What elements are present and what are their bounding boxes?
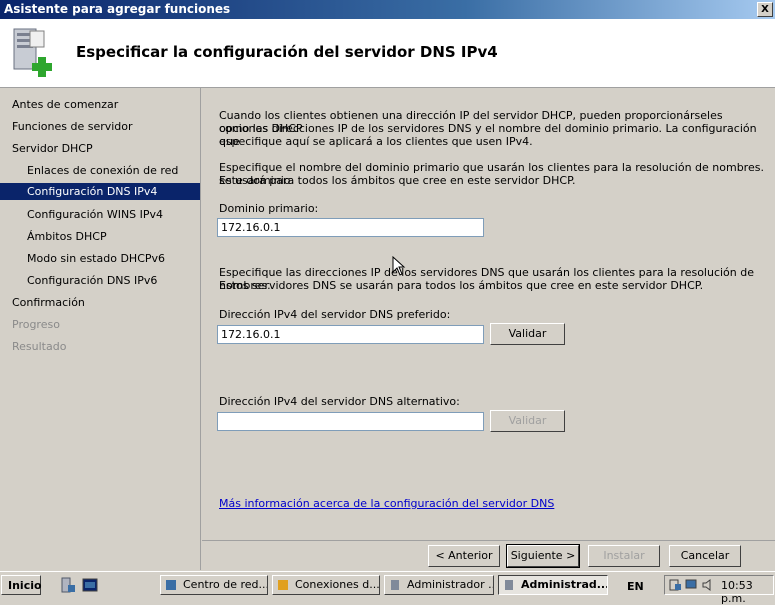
server-manager-icon[interactable] [60, 577, 76, 593]
step-configuracion-dns-ipv6[interactable]: Configuración DNS IPv6 [27, 272, 157, 289]
volume-icon[interactable] [701, 578, 715, 592]
intro-text-line3: especifique aquí se aplicará a los clien… [219, 135, 533, 148]
primary-domain-input[interactable]: 172.16.0.1 [217, 218, 484, 237]
taskbar-item-conexiones[interactable]: Conexiones d... [272, 575, 380, 595]
step-progreso: Progreso [12, 318, 60, 331]
preferred-dns-label: Dirección IPv4 del servidor DNS preferid… [219, 308, 451, 321]
wizard-header: Especificar la configuración del servido… [0, 19, 775, 88]
taskbar: Inicio Centro de red... Conexiones d... … [0, 571, 775, 605]
step-resultado: Resultado [12, 340, 67, 353]
system-tray: 10:53 p.m. [664, 575, 774, 605]
step-ambitos-dhcp[interactable]: Ámbitos DHCP [27, 228, 107, 245]
validate-alternate-button: Validar [490, 410, 565, 432]
cancel-button[interactable]: Cancelar [669, 545, 741, 567]
install-button: Instalar [588, 545, 660, 567]
back-button[interactable]: < Anterior [428, 545, 500, 567]
page-title: Especificar la configuración del servido… [76, 43, 498, 61]
step-modo-sin-estado[interactable]: Modo sin estado DHCPv6 [27, 250, 165, 267]
step-configuracion-wins-ipv4[interactable]: Configuración WINS IPv4 [27, 206, 163, 223]
close-button[interactable]: X [757, 2, 773, 17]
step-confirmacion[interactable]: Confirmación [12, 294, 85, 311]
network-connections-icon [278, 580, 288, 590]
step-configuracion-dns-ipv4[interactable]: Configuración DNS IPv4 [0, 183, 200, 200]
wizard-content: Cuando los clientes obtienen una direcci… [202, 88, 775, 540]
server-manager-task-icon [505, 580, 513, 590]
preferred-dns-input[interactable]: 172.16.0.1 [217, 325, 484, 344]
validate-preferred-button[interactable]: Validar [490, 323, 565, 345]
wizard-button-bar: < Anterior Siguiente > Instalar Cancelar [202, 540, 775, 571]
dns-description-line2: Estos servidores DNS se usarán para todo… [219, 279, 704, 292]
alternate-dns-input[interactable] [217, 412, 484, 431]
server-add-icon [13, 28, 52, 77]
more-info-link[interactable]: Más información acerca de la configuraci… [219, 497, 554, 510]
network-center-icon [166, 580, 176, 590]
language-indicator[interactable]: EN [627, 580, 644, 593]
step-servidor-dhcp[interactable]: Servidor DHCP [12, 140, 93, 157]
clock[interactable]: 10:53 p.m. [721, 579, 773, 605]
window-title: Asistente para agregar funciones [4, 2, 231, 16]
alternate-dns-label: Dirección IPv4 del servidor DNS alternat… [219, 395, 460, 408]
command-prompt-icon[interactable] [82, 577, 98, 593]
step-funciones-de-servidor[interactable]: Funciones de servidor [12, 118, 133, 135]
step-enlaces-conexion[interactable]: Enlaces de conexión de red [27, 162, 178, 179]
mouse-cursor-icon [392, 256, 406, 276]
start-button[interactable]: Inicio [1, 575, 42, 595]
window-titlebar: Asistente para agregar funciones X [0, 0, 775, 19]
network-status-icon[interactable] [669, 578, 683, 592]
domain-label: Dominio primario: [219, 202, 319, 215]
step-antes-de-comenzar[interactable]: Antes de comenzar [12, 96, 118, 113]
domain-description-line2: se usará para todos los ámbitos que cree… [219, 174, 576, 187]
next-button[interactable]: Siguiente > [506, 544, 580, 568]
server-manager-task-icon [391, 580, 399, 590]
taskbar-item-administrador-active[interactable]: Administrad... [498, 575, 608, 595]
taskbar-item-administrador[interactable]: Administrador ... [384, 575, 494, 595]
taskbar-item-centro-de-red[interactable]: Centro de red... [160, 575, 268, 595]
network-status-icon-2[interactable] [685, 578, 699, 592]
wizard-steps-sidebar: Antes de comenzar Funciones de servidor … [0, 88, 201, 570]
